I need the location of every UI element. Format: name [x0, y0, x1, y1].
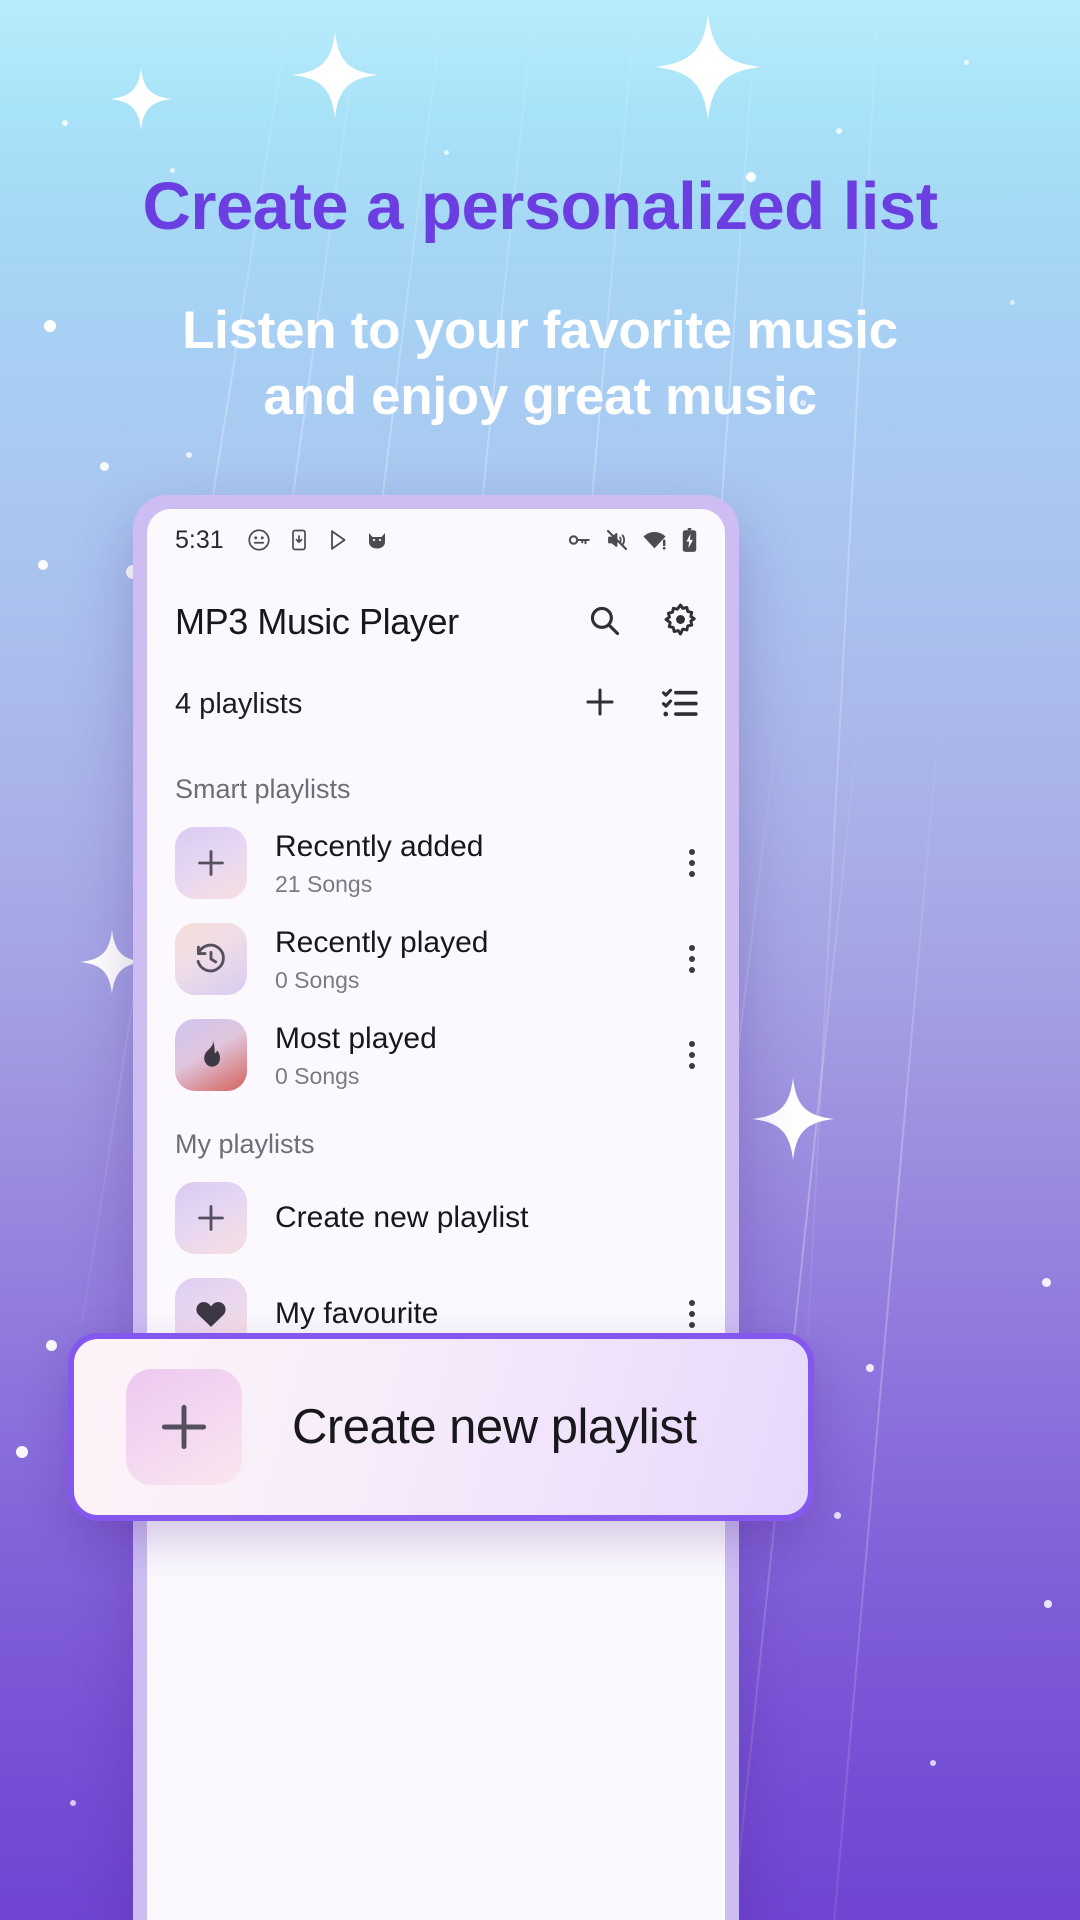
playlist-row-title: Recently played: [275, 926, 489, 960]
status-bar-notification-icons: [246, 527, 389, 553]
status-bar-clock: 5:31: [175, 525, 224, 554]
promo-subhead: Listen to your favorite music and enjoy …: [0, 298, 1080, 431]
playlist-row-text: Recently played 0 Songs: [275, 924, 488, 994]
playlist-count-actions: [581, 683, 699, 726]
flame-icon: [175, 1019, 247, 1091]
playlist-row-text: My favourite: [275, 1295, 438, 1333]
create-new-playlist-callout[interactable]: Create new playlist: [68, 1333, 814, 1521]
plus-icon: [175, 827, 247, 899]
plus-icon: [175, 1182, 247, 1254]
status-bar-system-icons: [566, 527, 699, 553]
playlist-row-title: Most played: [275, 1022, 437, 1056]
status-bar: 5:31: [147, 509, 725, 571]
volume-muted-icon: [605, 528, 629, 552]
sparkle-icon: [752, 1078, 834, 1160]
overflow-menu-icon[interactable]: [689, 1041, 701, 1069]
promo-headline: Create a personalized list: [142, 169, 938, 244]
overflow-menu-icon[interactable]: [689, 849, 701, 877]
promo-subhead-line-1: Listen to your favorite music: [182, 300, 898, 360]
phone-mockup: 5:31 MP3 Music Player 4 playlists Smart …: [133, 495, 739, 1920]
face-notification-icon: [246, 527, 272, 553]
vpn-key-icon: [566, 527, 592, 553]
cat-app-icon: [365, 528, 389, 552]
history-icon: [175, 923, 247, 995]
playlist-row[interactable]: Recently added 21 Songs: [147, 815, 725, 911]
playlist-row-subtitle: 21 Songs: [275, 870, 373, 897]
checklist-icon[interactable]: [661, 683, 699, 726]
bullet-dot-icon: [44, 319, 56, 332]
search-icon[interactable]: [586, 602, 622, 643]
plus-icon: [126, 1369, 242, 1485]
page-title: MP3 Music Player: [175, 601, 459, 642]
overflow-menu-icon[interactable]: [689, 945, 701, 973]
phone-screen: 5:31 MP3 Music Player 4 playlists Smart …: [147, 509, 725, 1920]
section-title: Smart playlists: [175, 774, 351, 804]
playlist-row[interactable]: Recently played 0 Songs: [147, 911, 725, 1007]
section-title: My playlists: [175, 1129, 315, 1159]
playlist-row-title: My favourite: [275, 1297, 439, 1331]
playlist-sections: Smart playlists Recently added 21 Songs Rec…: [147, 748, 725, 1362]
sparkle-icon: [110, 68, 172, 130]
play-store-icon: [326, 528, 350, 552]
playlist-row-title: Recently added: [275, 830, 484, 864]
playlist-count-row: 4 playlists: [147, 661, 725, 748]
promo-text-block: Create a personalized list Listen to you…: [0, 170, 1080, 430]
app-bar: MP3 Music Player: [147, 571, 725, 661]
app-bar-actions: [586, 601, 699, 643]
playlist-row[interactable]: Most played 0 Songs: [147, 1007, 725, 1103]
promo-subhead-line-2: and enjoy great music: [263, 366, 817, 426]
playlist-row-text: Most played 0 Songs: [275, 1020, 437, 1090]
playlist-row-title: Create new playlist: [275, 1201, 529, 1235]
playlist-row-text: Create new playlist: [275, 1199, 528, 1237]
sparkle-icon: [655, 14, 761, 120]
playlist-row[interactable]: Create new playlist: [147, 1170, 725, 1266]
battery-charging-icon: [680, 527, 699, 553]
download-to-phone-icon: [287, 528, 311, 552]
wifi-no-internet-icon: [642, 528, 667, 553]
sparkle-icon: [292, 32, 378, 118]
playlist-row-subtitle: 0 Songs: [275, 966, 360, 993]
gear-icon[interactable]: [662, 601, 699, 643]
playlist-row-subtitle: 0 Songs: [275, 1062, 360, 1089]
playlist-count-label: 4 playlists: [175, 688, 303, 720]
callout-label: Create new playlist: [292, 1400, 697, 1454]
playlist-row-text: Recently added 21 Songs: [275, 828, 483, 898]
overflow-menu-icon[interactable]: [689, 1300, 701, 1328]
plus-icon[interactable]: [581, 683, 619, 726]
